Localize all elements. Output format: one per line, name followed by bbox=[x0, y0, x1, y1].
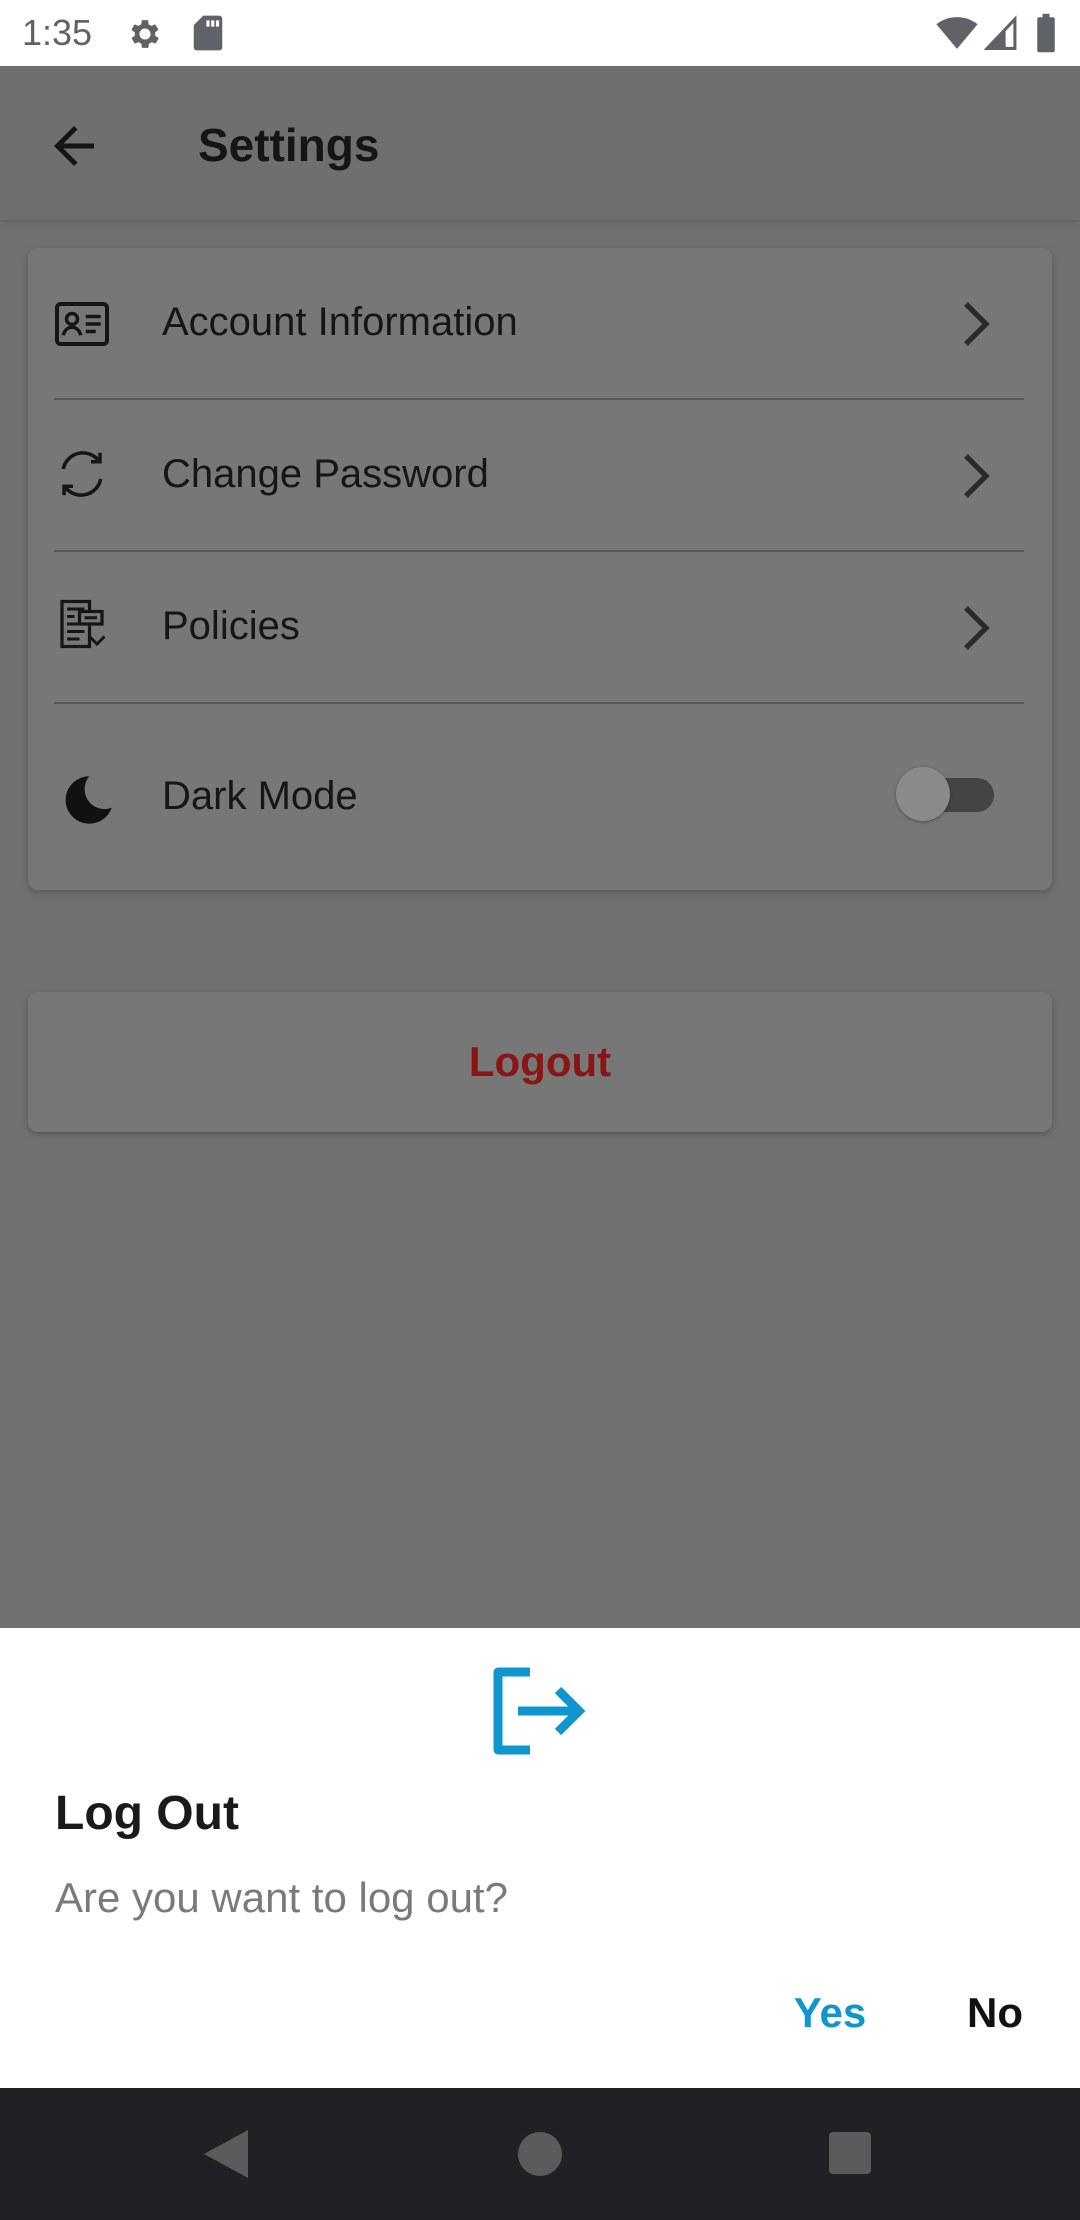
settings-item-policies[interactable]: Policies bbox=[28, 552, 1052, 704]
settings-item-label: Account Information bbox=[162, 300, 518, 344]
app-bar: Settings bbox=[0, 66, 1080, 220]
logout-icon bbox=[493, 1667, 586, 1755]
system-nav-bar bbox=[0, 2088, 1080, 2220]
refresh-icon bbox=[61, 451, 103, 497]
chevron-right-icon bbox=[964, 302, 990, 346]
settings-item-label: Change Password bbox=[162, 452, 489, 496]
logout-dialog: Log Out Are you want to log out? Yes No bbox=[0, 1628, 1080, 2088]
dialog-title: Log Out bbox=[55, 1787, 239, 1840]
dialog-message: Are you want to log out? bbox=[55, 1874, 508, 1921]
chevron-right-icon bbox=[964, 606, 990, 650]
document-policy-icon bbox=[60, 599, 106, 649]
toggle-thumb bbox=[896, 767, 950, 821]
logout-button[interactable]: Logout bbox=[28, 992, 1052, 1132]
chevron-right-icon bbox=[964, 454, 990, 498]
status-bar: 1:35 bbox=[0, 0, 1080, 66]
dark-mode-toggle[interactable] bbox=[890, 758, 1020, 828]
yes-button[interactable]: Yes bbox=[770, 1978, 890, 2048]
wifi-icon bbox=[936, 17, 978, 49]
settings-card: Account Information Change Password Poli… bbox=[28, 248, 1052, 890]
nav-back-icon[interactable] bbox=[200, 2126, 252, 2182]
battery-icon bbox=[1037, 13, 1055, 53]
nav-home-icon[interactable] bbox=[518, 2132, 562, 2176]
nav-recents-icon[interactable] bbox=[829, 2132, 871, 2174]
settings-item-label: Dark Mode bbox=[162, 774, 358, 818]
settings-item-change-password[interactable]: Change Password bbox=[28, 400, 1052, 552]
status-time: 1:35 bbox=[22, 12, 93, 53]
no-button[interactable]: No bbox=[940, 1978, 1050, 2048]
settings-item-dark-mode: Dark Mode bbox=[28, 704, 1052, 890]
settings-item-account-information[interactable]: Account Information bbox=[28, 248, 1052, 400]
sd-card-icon bbox=[193, 15, 223, 51]
settings-item-label: Policies bbox=[162, 604, 300, 648]
signal-icon bbox=[984, 15, 1017, 50]
gear-icon bbox=[131, 20, 159, 48]
page-title: Settings bbox=[198, 119, 380, 171]
moon-icon bbox=[65, 776, 112, 824]
id-card-icon bbox=[55, 302, 109, 346]
logout-label: Logout bbox=[468, 1038, 612, 1085]
arrow-left-icon[interactable] bbox=[44, 116, 104, 176]
